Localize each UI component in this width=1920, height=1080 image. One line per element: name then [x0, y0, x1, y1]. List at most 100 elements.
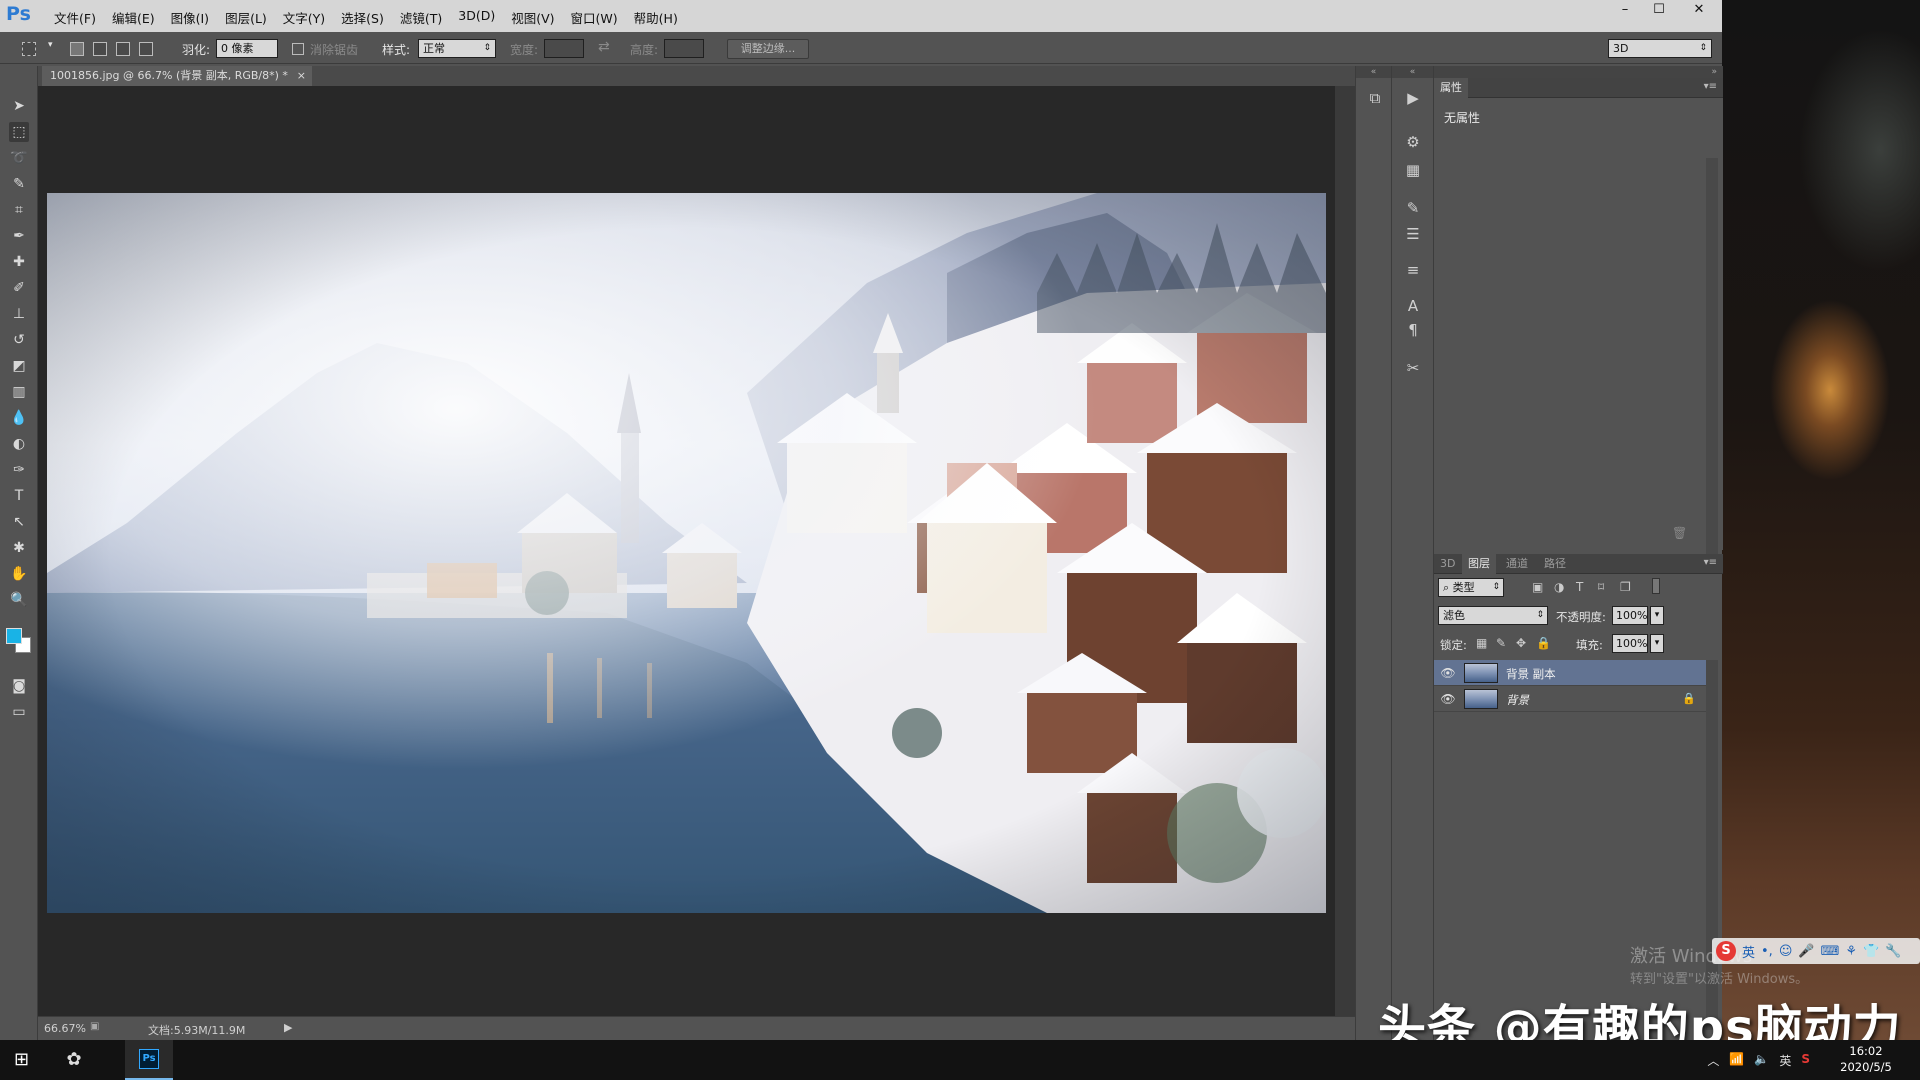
tray-overflow-icon[interactable]: ︿ [1707, 1052, 1719, 1069]
tab-channels[interactable]: 通道 [1500, 554, 1534, 574]
subtract-selection-icon[interactable] [116, 42, 130, 56]
lock-transparent-icon[interactable]: ▦ [1476, 636, 1487, 650]
skin-icon[interactable]: 👕 [1863, 944, 1879, 959]
blend-mode-select[interactable]: 滤色 ⇕ [1438, 606, 1548, 625]
volume-icon[interactable]: 🔈 [1754, 1052, 1769, 1069]
style-select[interactable]: 正常 ⇕ [418, 39, 496, 58]
zoom-tool-icon[interactable]: 🔍 [9, 590, 29, 610]
blur-tool-icon[interactable]: 💧 [9, 408, 29, 428]
tab-properties[interactable]: 属性 [1434, 78, 1468, 98]
filter-pixel-icon[interactable]: ▣ [1532, 580, 1543, 594]
lock-pixels-icon[interactable]: ✎ [1496, 636, 1506, 650]
layer-row[interactable]: 👁 背景 副本 [1434, 660, 1706, 686]
opacity-input[interactable]: 100% [1612, 606, 1648, 625]
tab-3d[interactable]: 3D [1434, 554, 1461, 574]
marquee-tool-preset-icon[interactable] [22, 42, 36, 56]
lock-all-icon[interactable]: 🔒 [1536, 636, 1551, 650]
sogou-tray-icon[interactable]: S [1801, 1052, 1810, 1069]
menu-3d[interactable]: 3D(D) [450, 8, 503, 27]
eyedropper-tool-icon[interactable]: ✒ [9, 226, 29, 246]
eraser-tool-icon[interactable]: ◩ [9, 356, 29, 376]
status-menu-arrow-icon[interactable]: ▶ [284, 1021, 292, 1034]
custom-shape-tool-icon[interactable]: ✱ [9, 538, 29, 558]
visibility-eye-icon[interactable]: 👁 [1440, 665, 1456, 681]
feather-input[interactable]: 0 像素 [216, 39, 278, 58]
maximize-button[interactable]: ☐ [1642, 0, 1676, 20]
canvas-image[interactable] [47, 193, 1326, 913]
type-tool-icon[interactable]: T [9, 486, 29, 506]
antialias-checkbox[interactable] [292, 43, 304, 55]
actions-play-icon[interactable]: ▶ [1403, 88, 1423, 108]
vertical-scrollbar[interactable] [1335, 86, 1355, 1016]
chevron-down-icon[interactable]: ▾ [48, 40, 53, 50]
menu-help[interactable]: 帮助(H) [626, 8, 686, 27]
brush-presets-icon[interactable]: ✎ [1403, 198, 1423, 218]
microphone-icon[interactable]: 🎤 [1798, 944, 1814, 959]
network-icon[interactable]: 📶 [1729, 1052, 1744, 1069]
brush-tool-icon[interactable]: ✐ [9, 278, 29, 298]
swatches-grid-icon[interactable]: ▦ [1403, 160, 1423, 180]
document-tab[interactable]: 1001856.jpg @ 66.7% (背景 副本, RGB/8*) * × [42, 66, 312, 86]
intersect-selection-icon[interactable] [139, 42, 153, 56]
refine-edge-button[interactable]: 调整边缘... [727, 39, 809, 59]
layer-filter-select[interactable]: ⌕ 类型 ⇕ [1438, 578, 1504, 597]
dodge-tool-icon[interactable]: ◐ [9, 434, 29, 454]
collapse-arrows-icon[interactable]: « [1392, 66, 1433, 78]
layer-comps-icon[interactable]: ≡ [1403, 260, 1423, 280]
filter-type-icon[interactable]: T [1576, 580, 1583, 594]
settings-wrench-icon[interactable]: 🔧 [1885, 944, 1901, 959]
paragraph-panel-icon[interactable]: ¶ [1403, 320, 1423, 340]
screen-mode-icon[interactable]: ▭ [9, 702, 29, 722]
emoji-icon[interactable]: ☺ [1779, 944, 1793, 959]
collapse-arrows-icon[interactable]: « [1356, 66, 1391, 78]
filter-smart-object-icon[interactable]: ❐ [1620, 580, 1631, 594]
filter-adjustment-icon[interactable]: ◑ [1554, 580, 1564, 594]
crop-tool-icon[interactable]: ⌗ [9, 200, 29, 220]
ime-toolbar[interactable]: S 英 •, ☺ 🎤 ⌨ ⚘ 👕 🔧 [1712, 938, 1920, 964]
windows-start-icon[interactable]: ⊞ [14, 1050, 34, 1070]
menu-filter[interactable]: 滤镜(T) [392, 8, 450, 27]
lasso-tool-icon[interactable]: ➰ [9, 148, 29, 168]
panel-menu-icon[interactable]: ▾≡ [1704, 81, 1717, 92]
path-selection-tool-icon[interactable]: ↖ [9, 512, 29, 532]
filter-toggle-switch[interactable] [1652, 578, 1660, 594]
close-tab-icon[interactable]: × [297, 66, 306, 86]
history-brush-tool-icon[interactable]: ↺ [9, 330, 29, 350]
collapse-arrows-icon[interactable]: » [1434, 66, 1723, 78]
visibility-eye-icon[interactable]: 👁 [1440, 691, 1456, 707]
ime-language[interactable]: 英 [1742, 942, 1755, 961]
tab-layers[interactable]: 图层 [1462, 554, 1496, 574]
opacity-dropdown-icon[interactable]: ▾ [1650, 606, 1664, 625]
menu-view[interactable]: 视图(V) [503, 8, 562, 27]
workspace-select[interactable]: 3D ⇕ [1608, 39, 1712, 58]
lock-position-icon[interactable]: ✥ [1516, 636, 1526, 650]
healing-brush-tool-icon[interactable]: ✚ [9, 252, 29, 272]
menu-edit[interactable]: 编辑(E) [104, 8, 163, 27]
hand-tool-icon[interactable]: ✋ [9, 564, 29, 584]
menu-select[interactable]: 选择(S) [333, 8, 392, 27]
new-selection-icon[interactable] [70, 42, 84, 56]
move-tool-icon[interactable]: ➤ [9, 96, 29, 116]
history-panel-icon[interactable]: ⧉ [1365, 88, 1385, 108]
layer-name[interactable]: 背景 [1506, 692, 1529, 708]
adjustments-sliders-icon[interactable]: ☰ [1403, 224, 1423, 244]
gradient-tool-icon[interactable]: ▥ [9, 382, 29, 402]
menu-image[interactable]: 图像(I) [163, 8, 217, 27]
proof-icon[interactable]: ▣ [90, 1021, 99, 1032]
punctuation-icon[interactable]: •, [1761, 944, 1773, 959]
pen-tool-icon[interactable]: ✑ [9, 460, 29, 480]
tab-paths[interactable]: 路径 [1538, 554, 1572, 574]
close-button[interactable]: ✕ [1676, 0, 1722, 20]
zoom-level[interactable]: 66.67% [44, 1022, 86, 1035]
toolbox-icon[interactable]: ⚘ [1845, 944, 1857, 959]
menu-window[interactable]: 窗口(W) [563, 8, 626, 27]
clock[interactable]: 16:02 2020/5/5 [1826, 1043, 1906, 1075]
pinned-app-icon[interactable]: ✿ [62, 1048, 86, 1072]
character-panel-icon[interactable]: A [1403, 296, 1423, 316]
fill-input[interactable]: 100% [1612, 634, 1648, 653]
keyboard-icon[interactable]: ⌨ [1821, 944, 1840, 959]
properties-scrollbar[interactable] [1706, 158, 1718, 562]
quick-mask-icon[interactable]: ◙ [9, 676, 29, 696]
tool-presets-icon[interactable]: ✂ [1403, 358, 1423, 378]
height-input[interactable] [664, 39, 704, 58]
